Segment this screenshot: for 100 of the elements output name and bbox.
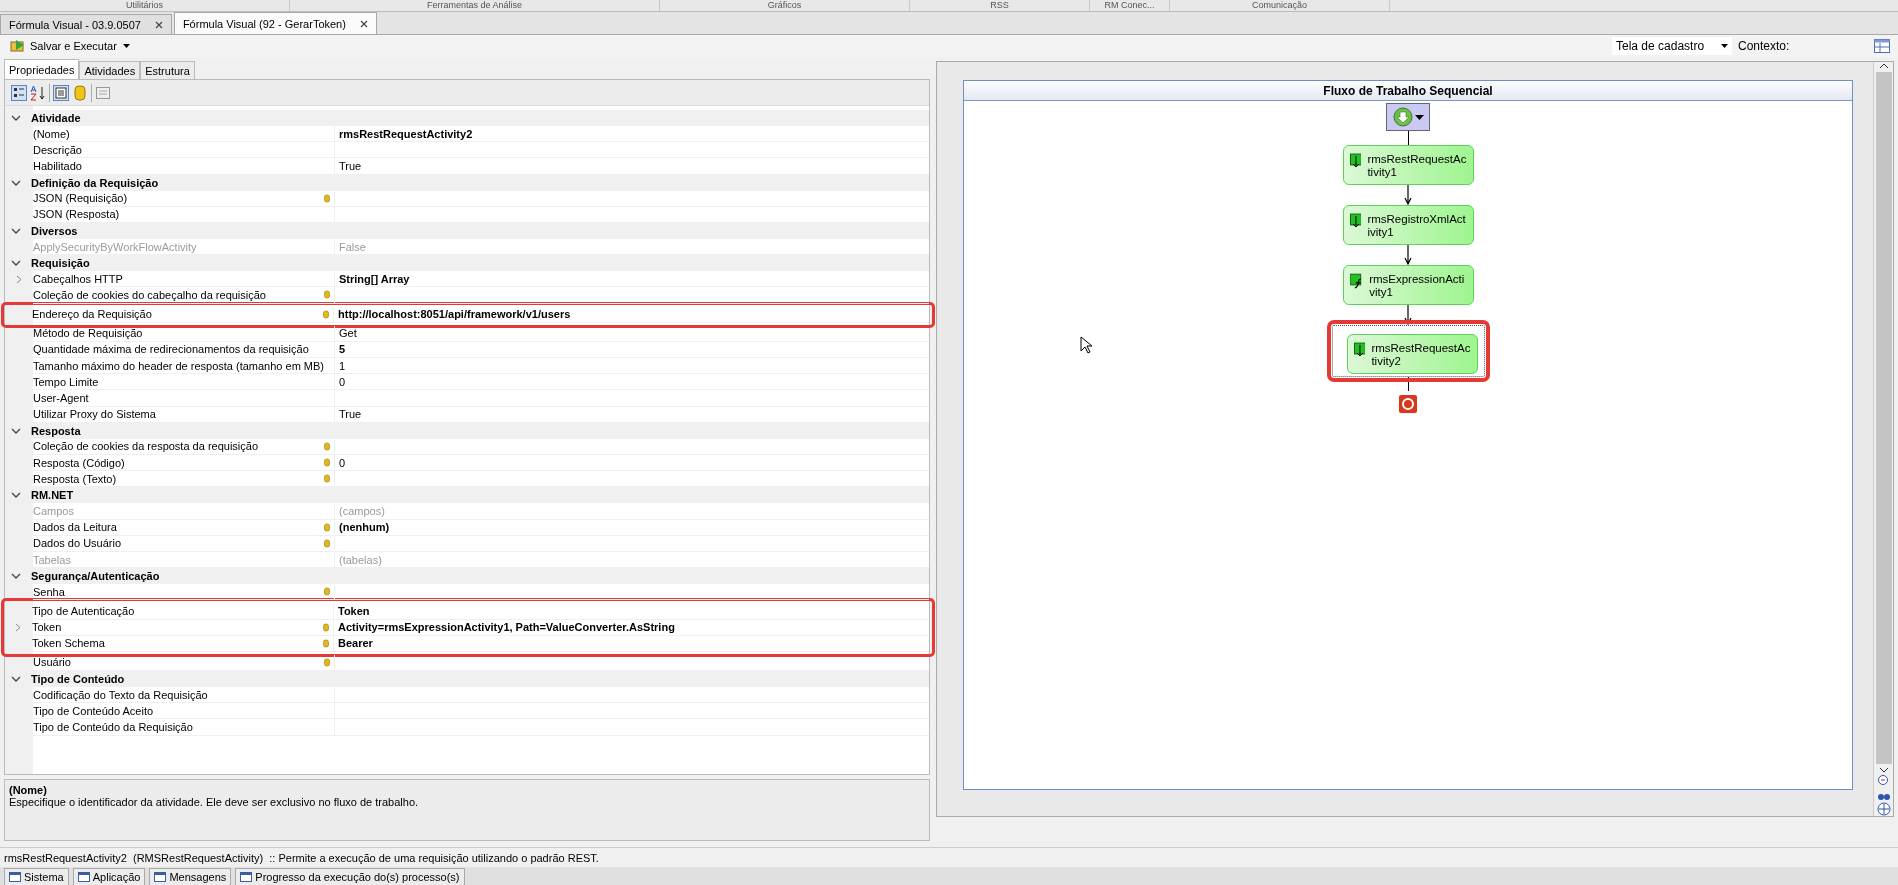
activity-node[interactable]: rmsRestRequestAc tivity1 [1342,145,1474,185]
property-label: Endereço da Requisição [32,306,334,323]
context-label: Contexto: [1738,39,1791,53]
property-value[interactable]: 1 [335,358,929,375]
database-icon[interactable] [72,84,88,101]
database-icon [324,587,330,597]
property-value[interactable]: Activity=rmsExpressionActivity1, Path=ValueConverter.AsString [334,619,929,636]
panel-tab[interactable]: Atividades [79,61,141,79]
ribbon-tab[interactable]: RSS [910,0,1090,11]
property-label: Campos [33,503,335,520]
category-name: Resposta [31,424,81,437]
properties-icon[interactable] [53,84,69,101]
property-label: Coleção de cookies da resposta da requisição [33,438,335,455]
chevron-down-icon[interactable] [11,113,21,123]
view-dropdown[interactable]: Tela de cadastro [1612,37,1732,55]
pan-icon[interactable] [1876,802,1891,816]
down-arrow-circle-icon [1392,107,1413,127]
ribbon-tab[interactable]: Gráficos [660,0,910,11]
status-text: rmsRestRequestActivity2 (RMSRestRequestActivity) :: Permite a execução de uma requisição utilizando o padrão REST. [4,851,599,864]
ribbon-tab[interactable]: Ferramentas de Análise [290,0,660,11]
property-label: Tipo de Conteúdo da Requisição [33,719,335,736]
document-tab[interactable]: Fórmula Visual (92 - GerarToken) [173,12,377,34]
category-name: Atividade [31,112,81,124]
property-value[interactable]: 5 [335,341,929,359]
connector-arrow [1404,185,1412,205]
activity-node[interactable]: rmsExpressionActi vity1 [1342,265,1474,305]
property-value[interactable]: rmsRestRequestActivity2 [335,126,929,143]
ribbon-tab[interactable]: Comunicação [1170,0,1390,11]
property-label: Descrição [33,142,335,159]
property-label: Resposta (Código) [33,455,335,472]
property-label: Tempo Limite [33,374,335,391]
window-icon [154,872,167,882]
property-value[interactable]: String[] Array [335,271,929,288]
panel-tab[interactable]: Estrutura [140,61,195,79]
caret-icon [1721,44,1728,48]
table-icon[interactable] [1874,39,1890,53]
close-icon[interactable] [154,20,163,29]
database-icon [324,193,330,203]
activity-name: rmsRestRequestAc tivity2 [1371,342,1471,368]
property-label: Método de Requisição [33,325,335,342]
category-name: Segurança/Autenticação [31,570,160,583]
description-title: (Nome) [9,784,48,796]
property-label: Utilizar Proxy do Sistema [33,406,335,423]
property-label: Dados da Leitura [33,519,335,536]
categorized-icon[interactable] [11,84,27,101]
canvas-title: Fluxo de Trabalho Sequencial [964,81,1852,101]
bottom-tab[interactable]: Sistema [4,868,69,885]
stop-icon[interactable] [1399,395,1417,413]
property-label: Habilitado [33,158,335,175]
zoom-icon[interactable] [1876,774,1891,788]
category-name: Diversos [31,224,78,237]
sort-icon[interactable] [30,84,46,101]
property-label: JSON (Resposta) [33,206,335,223]
download-icon [1349,153,1362,169]
property-label: Quantidade máxima de redirecionamentos da requisição [33,341,335,359]
caret-icon[interactable] [122,44,130,48]
tab-label: Fórmula Visual - 03.9.0507 [9,18,141,31]
property-label: Cabeçalhos HTTP [33,271,335,288]
tab-label: Fórmula Visual (92 - GerarToken) [182,17,346,30]
activity-node[interactable]: rmsRegistroXmlAct ivity1 [1342,205,1474,245]
property-value[interactable]: 0 [335,455,929,472]
ribbon-tab[interactable]: Utilitários [0,0,290,11]
document-tab[interactable]: Fórmula Visual - 03.9.0507 [0,14,172,34]
save-run-button[interactable]: Salvar e Executar [8,36,119,56]
category-name: Tipo de Conteúdo [31,673,125,686]
close-icon[interactable] [359,19,368,28]
download-icon [1349,213,1362,229]
ribbon-tab[interactable]: RM Conec... [1090,0,1170,11]
property-value[interactable]: 0 [335,374,929,391]
property-label: Token Schema [32,635,334,652]
window-icon [240,872,253,882]
connector-arrow [1404,245,1412,265]
property-label: Senha [33,584,335,601]
activity-node[interactable]: rmsRestRequestAc tivity2 [1346,334,1478,374]
bottom-tab[interactable]: Aplicação [72,868,146,885]
start-node[interactable] [1386,103,1430,131]
chevron-down-icon[interactable] [1878,766,1889,774]
panel-tab[interactable]: Propriedades [4,59,80,79]
scrollbar[interactable] [1873,62,1893,816]
property-label: Tipo de Conteúdo Aceito [33,703,335,720]
property-label: Token [32,619,334,636]
window-icon [9,872,21,882]
bottom-tab[interactable]: Progresso da execução do(s) processo(s) [235,868,465,885]
description-text: Especifique o identificador da atividade. Ele deve ser exclusivo no fluxo de trabalho. [9,796,420,808]
property-value[interactable]: Bearer [334,635,929,652]
chevron-right-icon[interactable] [16,274,22,284]
chevron-right-icon[interactable] [15,623,21,633]
activity-name: rmsRegistroXmlAct ivity1 [1367,213,1467,239]
function-icon [1349,273,1364,289]
property-label: JSON (Requisição) [33,190,335,207]
property-value[interactable]: True [335,406,929,423]
property-value[interactable]: http://localhost:8051/api/framework/v1/users [334,306,929,323]
property-value[interactable]: Token [334,603,929,620]
bottom-tab[interactable]: Mensagens [149,868,232,885]
download-icon [1353,342,1366,358]
property-value[interactable]: Get [335,325,929,342]
property-value[interactable]: True [335,158,929,175]
category-name: Definição da Requisição [31,176,159,189]
chevron-up-icon[interactable] [1878,62,1889,70]
property-value[interactable]: (nenhum) [335,519,929,536]
